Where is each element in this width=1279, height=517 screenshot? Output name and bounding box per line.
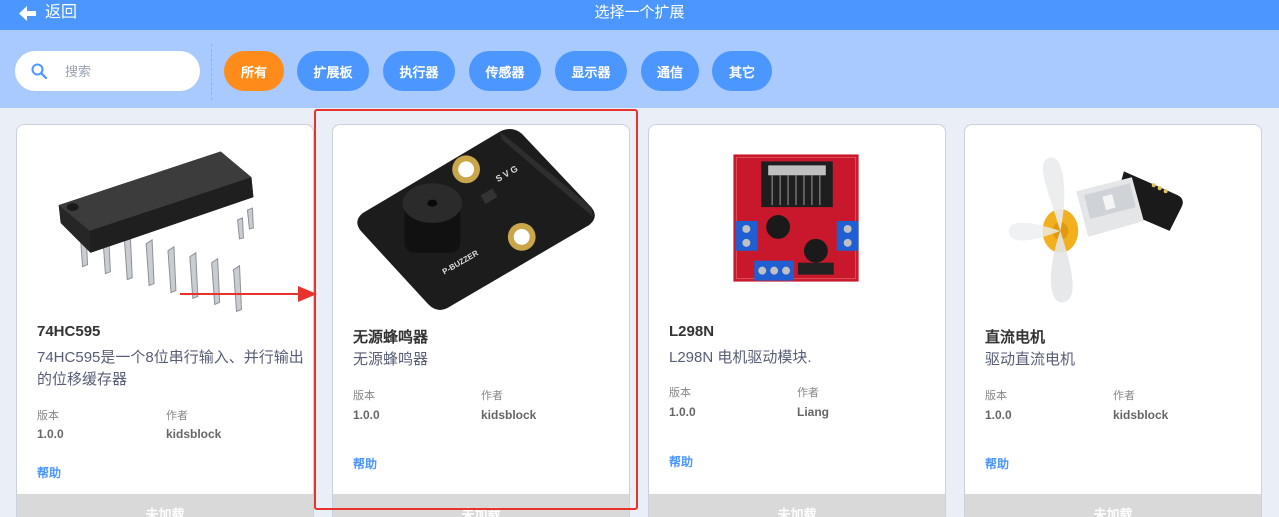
version-value: 1.0.0 xyxy=(37,427,64,441)
extension-description: L298N 电机驱动模块. xyxy=(669,349,812,366)
extension-description: 驱动直流电机 xyxy=(985,351,1076,368)
l298n-module-image xyxy=(733,154,859,282)
version-label: 版本 xyxy=(353,390,375,402)
filter-display[interactable]: 显示器 xyxy=(555,51,627,91)
version-value: 1.0.0 xyxy=(985,408,1012,422)
filter-actuator[interactable]: 执行器 xyxy=(383,51,455,91)
version-value: 1.0.0 xyxy=(353,408,380,422)
author-label: 作者 xyxy=(166,410,188,422)
load-status-button[interactable]: 未加载 xyxy=(333,494,629,517)
extension-card-passive-buzzer[interactable]: S V G P-BUZZER 无源蜂鸣器 无源蜂鸣器 版本 作者 1.0.0 k… xyxy=(332,124,630,517)
header-bar: 返回 选择一个扩展 xyxy=(0,0,1279,30)
help-link[interactable]: 帮助 xyxy=(37,464,61,481)
version-label: 版本 xyxy=(669,387,691,399)
author-value: kidsblock xyxy=(481,408,537,422)
extension-name: 直流电机 xyxy=(985,329,1046,346)
author-value: Liang xyxy=(797,405,829,419)
extension-name: 无源蜂鸣器 xyxy=(353,329,429,346)
load-status-button[interactable]: 未加载 xyxy=(17,494,313,517)
author-value: kidsblock xyxy=(166,427,222,441)
extension-card-l298n[interactable]: L298N L298N 电机驱动模块. 版本 作者 1.0.0 Liang 帮助… xyxy=(648,124,946,517)
divider xyxy=(211,44,212,100)
version-label: 版本 xyxy=(985,390,1007,402)
author-label: 作者 xyxy=(481,390,503,402)
author-value: kidsblock xyxy=(1113,408,1169,422)
load-status-button[interactable]: 未加载 xyxy=(965,494,1261,517)
filter-expansion-board[interactable]: 扩展板 xyxy=(297,51,369,91)
filter-all[interactable]: 所有 xyxy=(224,51,284,91)
search-icon xyxy=(31,63,47,79)
page-title: 选择一个扩展 xyxy=(594,4,685,21)
extension-name: 74HC595 xyxy=(37,323,101,340)
version-label: 版本 xyxy=(37,410,59,422)
search-input[interactable] xyxy=(65,51,190,91)
version-value: 1.0.0 xyxy=(669,405,696,419)
load-status-button[interactable]: 未加载 xyxy=(649,494,945,517)
filter-communication[interactable]: 通信 xyxy=(641,51,699,91)
extension-card-74hc595[interactable]: 74HC595 74HC595是一个8位串行输入、并行输出的位移缓存器 版本 作… xyxy=(16,124,314,517)
help-link[interactable]: 帮助 xyxy=(985,455,1009,472)
passive-buzzer-module-image: S V G P-BUZZER xyxy=(357,129,595,310)
annotation-arrow-icon xyxy=(180,286,317,302)
search-box[interactable] xyxy=(15,51,200,91)
filter-other[interactable]: 其它 xyxy=(712,51,772,91)
dc-motor-module-image xyxy=(1008,157,1183,303)
extension-card-dc-motor[interactable]: 直流电机 驱动直流电机 版本 作者 1.0.0 kidsblock 帮助 未加载 xyxy=(964,124,1262,517)
extension-name: L298N xyxy=(669,323,715,340)
filter-bar: 所有 扩展板 执行器 传感器 显示器 通信 其它 xyxy=(0,30,1279,108)
extension-description: 74HC595是一个8位串行输入、并行输出的位移缓存器 xyxy=(37,349,304,388)
author-label: 作者 xyxy=(1113,390,1135,402)
extension-description: 无源蜂鸣器 xyxy=(353,351,429,368)
help-link[interactable]: 帮助 xyxy=(353,455,377,472)
author-label: 作者 xyxy=(797,387,819,399)
filter-sensor[interactable]: 传感器 xyxy=(469,51,541,91)
help-link[interactable]: 帮助 xyxy=(669,453,693,470)
